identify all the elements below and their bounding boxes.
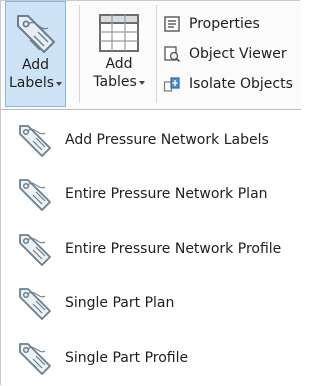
ribbon-separator — [156, 5, 157, 103]
add-labels-line1: Add — [21, 57, 50, 73]
window-frame: Add Labels Add Tables Properties Object … — [0, 0, 301, 386]
object-viewer-label: Object Viewer — [189, 46, 287, 62]
menu-item-single-part-profile[interactable]: Single Part Profile — [1, 338, 301, 378]
add-tables-line1: Add — [105, 56, 133, 72]
properties-icon — [163, 15, 181, 33]
menu-item-entire-pressure-network-plan[interactable]: Entire Pressure Network Plan — [1, 174, 301, 214]
isolate-objects-icon — [163, 75, 181, 93]
table-icon — [89, 1, 149, 55]
object-viewer-button[interactable]: Object Viewer — [163, 43, 303, 65]
add-labels-button[interactable]: Add Labels — [5, 1, 66, 107]
menu-item-label: Single Part Plan — [65, 295, 175, 311]
menu-item-label: Entire Pressure Network Profile — [65, 241, 282, 257]
add-labels-dropdown-menu: Add Pressure Network Labels Entire Press… — [1, 109, 301, 386]
tag-icon — [16, 229, 56, 269]
object-viewer-icon — [163, 45, 181, 63]
tag-icon — [16, 338, 56, 378]
menu-item-add-pressure-network-labels[interactable]: Add Pressure Network Labels — [1, 120, 301, 160]
chevron-down-icon — [56, 82, 63, 86]
add-labels-line2: Labels — [8, 75, 55, 91]
ribbon-panel: Add Labels Add Tables Properties Object … — [1, 1, 301, 109]
properties-button[interactable]: Properties — [163, 13, 303, 35]
properties-label: Properties — [189, 16, 260, 32]
chevron-down-icon — [138, 81, 145, 85]
ribbon-separator — [79, 5, 80, 103]
tag-icon — [6, 2, 66, 56]
menu-item-label: Single Part Profile — [65, 350, 189, 366]
tag-icon — [16, 283, 56, 323]
tag-icon — [16, 120, 56, 160]
add-tables-line2: Tables — [93, 74, 137, 90]
menu-item-single-part-plan[interactable]: Single Part Plan — [1, 283, 301, 323]
menu-item-label: Add Pressure Network Labels — [65, 132, 269, 148]
isolate-objects-button[interactable]: Isolate Objects — [163, 73, 303, 95]
add-tables-button[interactable]: Add Tables — [89, 1, 149, 107]
menu-item-entire-pressure-network-profile[interactable]: Entire Pressure Network Profile — [1, 229, 301, 269]
menu-item-label: Entire Pressure Network Plan — [65, 186, 268, 202]
tag-icon — [16, 174, 56, 214]
isolate-objects-label: Isolate Objects — [189, 76, 293, 92]
